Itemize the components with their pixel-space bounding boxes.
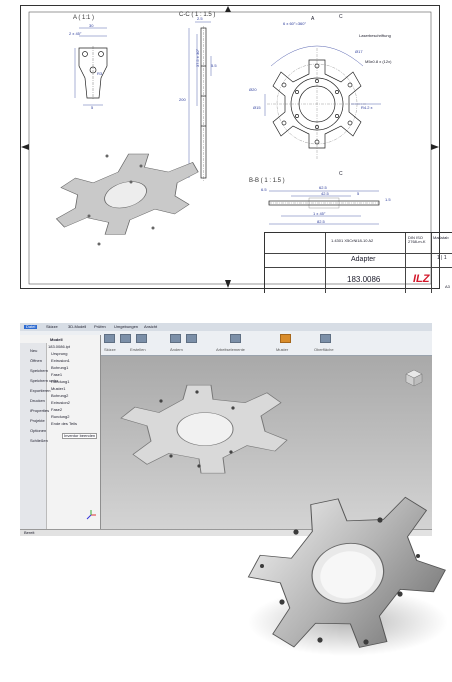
- tree-item[interactable]: 183.0086.ipt: [48, 345, 98, 349]
- app-menu-left: Neu Öffnen Speichern Speichern unter Exp…: [20, 343, 58, 531]
- tree-item[interactable]: Muster1: [48, 387, 98, 391]
- tree-item[interactable]: Extrusion2: [48, 401, 98, 405]
- dim-c-height: 200: [179, 97, 186, 102]
- view-a-label: A ( 1:1 ): [73, 15, 95, 21]
- pattern-tool-icon[interactable]: [280, 334, 291, 343]
- extrude-tool-icon[interactable]: [120, 334, 131, 343]
- revolve-tool-icon[interactable]: [136, 334, 147, 343]
- dim-b-1: 62.5: [319, 185, 327, 190]
- tree-item[interactable]: Bohrung2: [48, 394, 98, 398]
- isometric-render: [55, 153, 199, 235]
- tab-inspect[interactable]: Prüfen: [94, 325, 106, 329]
- workplane-tool-icon[interactable]: [230, 334, 241, 343]
- dim-top-dia17: Ø17: [355, 49, 363, 54]
- ribbon-group-sketch: Skizze: [104, 347, 116, 352]
- menu-save[interactable]: Speichern: [30, 369, 48, 373]
- company-logo: ILZ: [413, 273, 430, 285]
- status-bar: Bereit: [20, 529, 432, 536]
- view-b-label: B-B ( 1 : 1.5 ): [249, 178, 285, 184]
- menu-open[interactable]: Öffnen: [30, 359, 42, 363]
- fillet-tool-icon[interactable]: [186, 334, 197, 343]
- dim-b-6: 1.5: [385, 197, 391, 202]
- tree-item[interactable]: Ende des Teils: [48, 422, 98, 426]
- material-text: 1.4301 X5CrNi18-10 A2: [331, 238, 374, 243]
- note-laser: Laserbeschriftung: [359, 33, 391, 38]
- dim-top-dia15: Ø15: [253, 105, 261, 110]
- title-block: 1.4301 X5CrNi18-10 A2 DIN ISO 2768-m-K A…: [264, 232, 452, 293]
- viewcube-icon: [405, 369, 423, 387]
- ribbon-group-modify: Ändern: [170, 347, 183, 352]
- ribbon-group-create: Erstellen: [130, 347, 146, 352]
- dim-c-small: 5.5: [211, 63, 217, 68]
- menu-projects[interactable]: Projekte: [30, 419, 45, 423]
- menu-new[interactable]: Neu: [30, 349, 37, 353]
- ribbon-group-surface: Oberfläche: [314, 347, 334, 352]
- tree-item[interactable]: Bohrung1: [48, 366, 98, 370]
- dim-a-30: 30: [89, 23, 94, 28]
- coordinate-triad-icon: [86, 507, 96, 520]
- dim-top-dia20: Ø20: [249, 87, 257, 92]
- sketch-tool-icon[interactable]: [104, 334, 115, 343]
- ribbon-group-pattern: Muster: [276, 347, 289, 352]
- sheet-format: A3: [445, 284, 450, 289]
- note-thread: M5x0.8 x (12x): [365, 59, 392, 64]
- dim-top-angle: 6 x 60°=360°: [283, 21, 307, 26]
- cad-window: Datei Skizze 3D-Modell Prüfen Umgebungen…: [20, 323, 432, 536]
- section-label-c-top: C: [339, 14, 343, 20]
- tab-file[interactable]: Datei: [24, 325, 38, 329]
- tree-item[interactable]: Ursprung: [48, 352, 98, 356]
- ribbon-tabstrip: Datei Skizze 3D-Modell Prüfen Umgebungen…: [20, 323, 432, 331]
- dim-c-angle: 37.5 ± 30°: [195, 48, 201, 68]
- view-a-geometry: [78, 46, 108, 100]
- tree-item[interactable]: Extrusion1: [48, 359, 98, 363]
- tab-environments[interactable]: Umgebungen: [114, 325, 138, 329]
- browser-tree: 183.0086.ipt Ursprung Extrusion1 Bohrung…: [48, 345, 98, 429]
- menu-iproperties[interactable]: iProperties: [30, 409, 49, 413]
- tab-3d-model[interactable]: 3D-Modell: [68, 325, 86, 329]
- drawing-title: Adapter: [351, 256, 376, 263]
- 3d-viewport[interactable]: [101, 356, 432, 531]
- dim-a-radius: R3: [97, 71, 103, 76]
- dim-b-3: 1 x 45°: [313, 211, 326, 216]
- tab-sketch[interactable]: Skizze: [46, 325, 58, 329]
- tree-item[interactable]: Fase1: [48, 373, 98, 377]
- norm-text: DIN ISO 2768-m-K: [408, 235, 426, 244]
- drawing-sheet: A ( 1:1 ) C-C ( 1 : 1.5 ) B-B ( 1 : 1.5 …: [20, 5, 452, 293]
- dim-a-chamfer: 2 x 45°: [69, 31, 82, 36]
- tree-item[interactable]: Rundung2: [48, 415, 98, 419]
- scale-label: Maßstab: [433, 235, 449, 240]
- tree-item[interactable]: Rundung1: [48, 380, 98, 384]
- dim-b-5: 42.5: [321, 191, 329, 196]
- tree-item[interactable]: Fase2: [48, 408, 98, 412]
- viewport-model-svg: [120, 369, 423, 474]
- status-text: Bereit: [24, 530, 35, 535]
- dim-b-2: 5: [357, 191, 360, 196]
- menu-print[interactable]: Drucken: [30, 399, 45, 403]
- dim-c-thickness: 2.5: [197, 16, 203, 21]
- ribbon-group-workfeatures: Arbeitselemente: [216, 347, 245, 352]
- sheet-count: 1 | 1: [437, 255, 447, 261]
- view-c-geometry: [200, 26, 207, 181]
- dim-b-4: 82.5: [317, 219, 325, 224]
- hole-tool-icon[interactable]: [170, 334, 181, 343]
- tab-view[interactable]: Ansicht: [144, 325, 157, 329]
- section-label-c-bottom: C: [339, 171, 343, 177]
- section-label-a: A: [311, 16, 315, 22]
- dim-a-5: 5: [91, 105, 94, 110]
- exit-button[interactable]: Inventor beenden: [62, 433, 98, 439]
- model-browser: Modell Neu Öffnen Speichern Speichern un…: [20, 335, 101, 531]
- view-b-geometry: [268, 197, 380, 209]
- menu-options[interactable]: Optionen: [30, 429, 46, 433]
- dim-top-radius: R4.2 x: [361, 105, 373, 110]
- drawing-number: 183.0086: [347, 275, 381, 284]
- dim-b-0: 6.5: [261, 187, 267, 192]
- browser-title: Modell: [50, 337, 63, 342]
- menu-close[interactable]: Schließen: [30, 439, 48, 443]
- surface-tool-icon[interactable]: [320, 334, 331, 343]
